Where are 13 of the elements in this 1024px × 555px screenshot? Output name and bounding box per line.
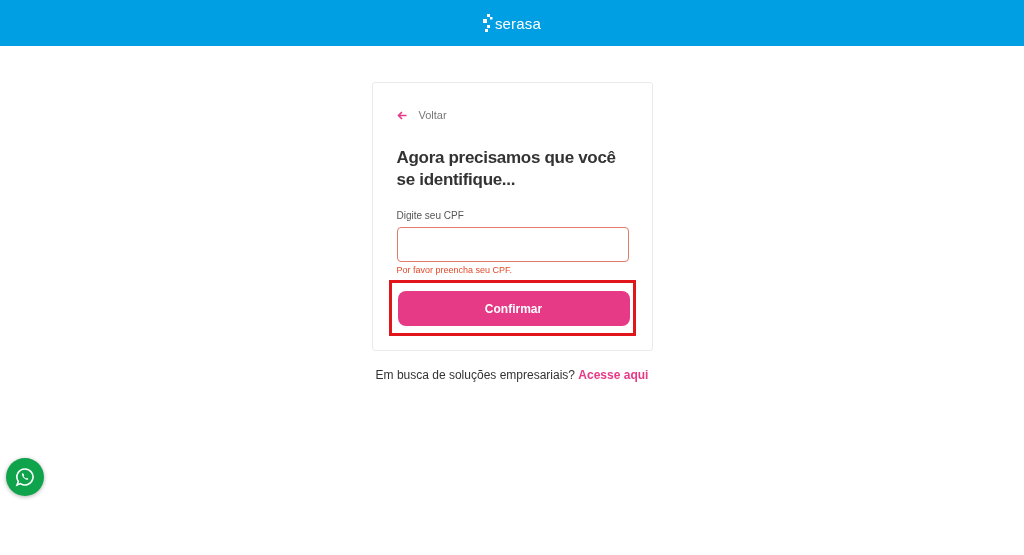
error-message: Por favor preencha seu CPF. — [396, 265, 514, 275]
logo-dots-icon — [482, 14, 493, 32]
chat-button[interactable] — [6, 458, 44, 496]
confirm-button[interactable]: Confirmar — [397, 291, 630, 326]
back-arrow-icon[interactable] — [396, 110, 407, 120]
chat-bubble-icon — [15, 467, 35, 487]
footer-text: Em busca de soluções empresariais? — [375, 368, 575, 382]
logo: serasa — [494, 14, 542, 32]
back-link[interactable]: Voltar — [418, 109, 447, 121]
field-label: Digite seu CPF — [396, 210, 465, 221]
page-title: Agora precisamos que você se identifique... — [396, 147, 617, 191]
access-link[interactable]: Acesse aqui — [578, 368, 649, 382]
cpf-input-field[interactable] — [396, 227, 629, 262]
